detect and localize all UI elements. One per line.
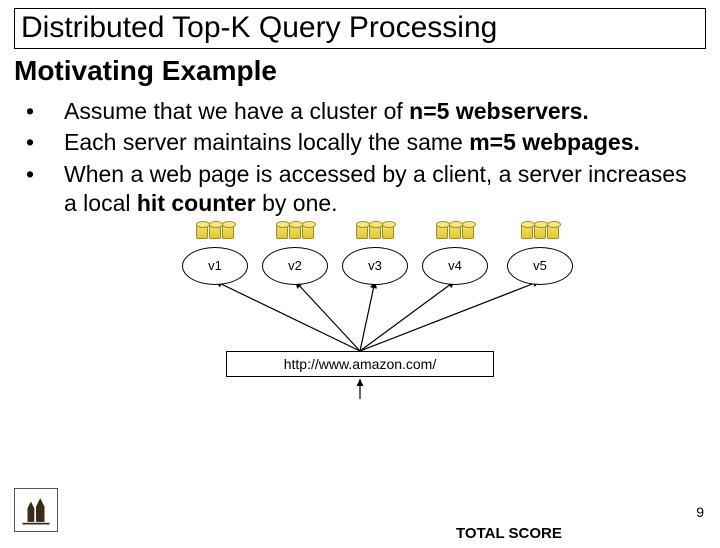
bullet-dot: • xyxy=(26,128,64,157)
bullet-dot: • xyxy=(26,97,64,126)
server-node: v4 xyxy=(420,227,490,285)
server-node: v3 xyxy=(340,227,410,285)
database-icon xyxy=(356,223,394,239)
server-label: v3 xyxy=(342,247,408,285)
server-node: v5 xyxy=(505,227,575,285)
bullet-dot: • xyxy=(26,160,64,219)
bullet-bold: m=5 webpages. xyxy=(469,129,640,155)
slide-title: Distributed Top-K Query Processing xyxy=(14,8,706,49)
database-icon xyxy=(196,223,234,239)
bullet-pre: Each server maintains locally the same xyxy=(64,129,469,155)
bullet-bold: hit counter xyxy=(137,190,256,216)
page-number: 9 xyxy=(696,504,704,520)
logo-icon xyxy=(14,488,58,532)
server-label: v4 xyxy=(422,247,488,285)
server-label: v1 xyxy=(182,247,248,285)
database-icon xyxy=(436,223,474,239)
bullet-post: by one. xyxy=(256,190,338,216)
bullet-text: Each server maintains locally the same m… xyxy=(64,128,694,157)
server-label: v5 xyxy=(507,247,573,285)
servers-diagram: v1 v2 v3 v4 v5 http://www.amazon.com/ xyxy=(0,221,720,401)
database-icon xyxy=(276,223,314,239)
bullet-text: Assume that we have a cluster of n=5 web… xyxy=(64,97,694,126)
list-item: • Assume that we have a cluster of n=5 w… xyxy=(26,97,694,126)
url-box: http://www.amazon.com/ xyxy=(226,351,494,377)
bullet-list: • Assume that we have a cluster of n=5 w… xyxy=(26,97,694,219)
bullet-bold: n=5 webservers. xyxy=(409,98,589,124)
list-item: • When a web page is accessed by a clien… xyxy=(26,160,694,219)
server-label: v2 xyxy=(262,247,328,285)
total-score-label: TOTAL SCORE xyxy=(456,525,562,542)
database-icon xyxy=(521,223,559,239)
slide-subtitle: Motivating Example xyxy=(14,55,706,87)
server-node: v2 xyxy=(260,227,330,285)
list-item: • Each server maintains locally the same… xyxy=(26,128,694,157)
bullet-pre: Assume that we have a cluster of xyxy=(64,98,409,124)
bullet-text: When a web page is accessed by a client,… xyxy=(64,160,694,219)
server-node: v1 xyxy=(180,227,250,285)
